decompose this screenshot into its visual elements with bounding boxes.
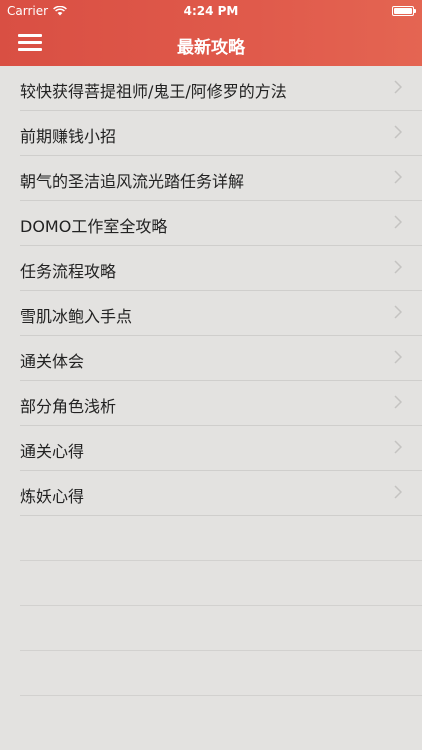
list-item[interactable]: 较快获得菩提祖师/鬼王/阿修罗的方法 (20, 66, 422, 111)
list-item[interactable]: 通关体会 (20, 336, 422, 381)
list-item[interactable]: 炼妖心得 (20, 471, 422, 516)
list-item[interactable]: 任务流程攻略 (20, 246, 422, 291)
empty-row (20, 606, 422, 651)
list-item-label: DOMO工作室全攻略 (20, 217, 168, 236)
list-item-label: 通关体会 (20, 352, 85, 371)
page-title: 最新攻略 (177, 38, 245, 58)
chevron-right-icon (394, 395, 402, 409)
guide-list: 较快获得菩提祖师/鬼王/阿修罗的方法 前期赚钱小招 朝气的圣洁追风流光踏任务详解… (0, 66, 422, 696)
list-item-label: 朝气的圣洁追风流光踏任务详解 (20, 172, 245, 191)
empty-row (20, 516, 422, 561)
chevron-right-icon (394, 80, 402, 94)
list-item[interactable]: 朝气的圣洁追风流光踏任务详解 (20, 156, 422, 201)
chevron-right-icon (394, 440, 402, 454)
list-item[interactable]: DOMO工作室全攻略 (20, 201, 422, 246)
chevron-right-icon (394, 305, 402, 319)
chevron-right-icon (394, 485, 402, 499)
empty-row (20, 651, 422, 696)
navigation-bar: 最新攻略 (0, 22, 422, 66)
list-item-label: 通关心得 (20, 442, 85, 461)
list-item[interactable]: 通关心得 (20, 426, 422, 471)
header: Carrier 4:24 PM 最新攻略 (0, 0, 422, 66)
list-item[interactable]: 雪肌冰鲍入手点 (20, 291, 422, 336)
list-item-label: 前期赚钱小招 (20, 127, 117, 146)
chevron-right-icon (394, 125, 402, 139)
chevron-right-icon (394, 170, 402, 184)
list-item[interactable]: 前期赚钱小招 (20, 111, 422, 156)
list-item-label: 部分角色浅析 (20, 397, 117, 416)
status-time: 4:24 PM (183, 4, 239, 18)
list-item[interactable]: 部分角色浅析 (20, 381, 422, 426)
empty-row (20, 561, 422, 606)
list-item-label: 较快获得菩提祖师/鬼王/阿修罗的方法 (20, 82, 287, 101)
chevron-right-icon (394, 350, 402, 364)
list-item-label: 雪肌冰鲍入手点 (20, 307, 133, 326)
list-item-label: 任务流程攻略 (20, 262, 117, 281)
chevron-right-icon (394, 215, 402, 229)
status-bar: Carrier 4:24 PM (0, 0, 422, 22)
battery-icon (392, 6, 416, 16)
list-item-label: 炼妖心得 (20, 487, 85, 506)
chevron-right-icon (394, 260, 402, 274)
